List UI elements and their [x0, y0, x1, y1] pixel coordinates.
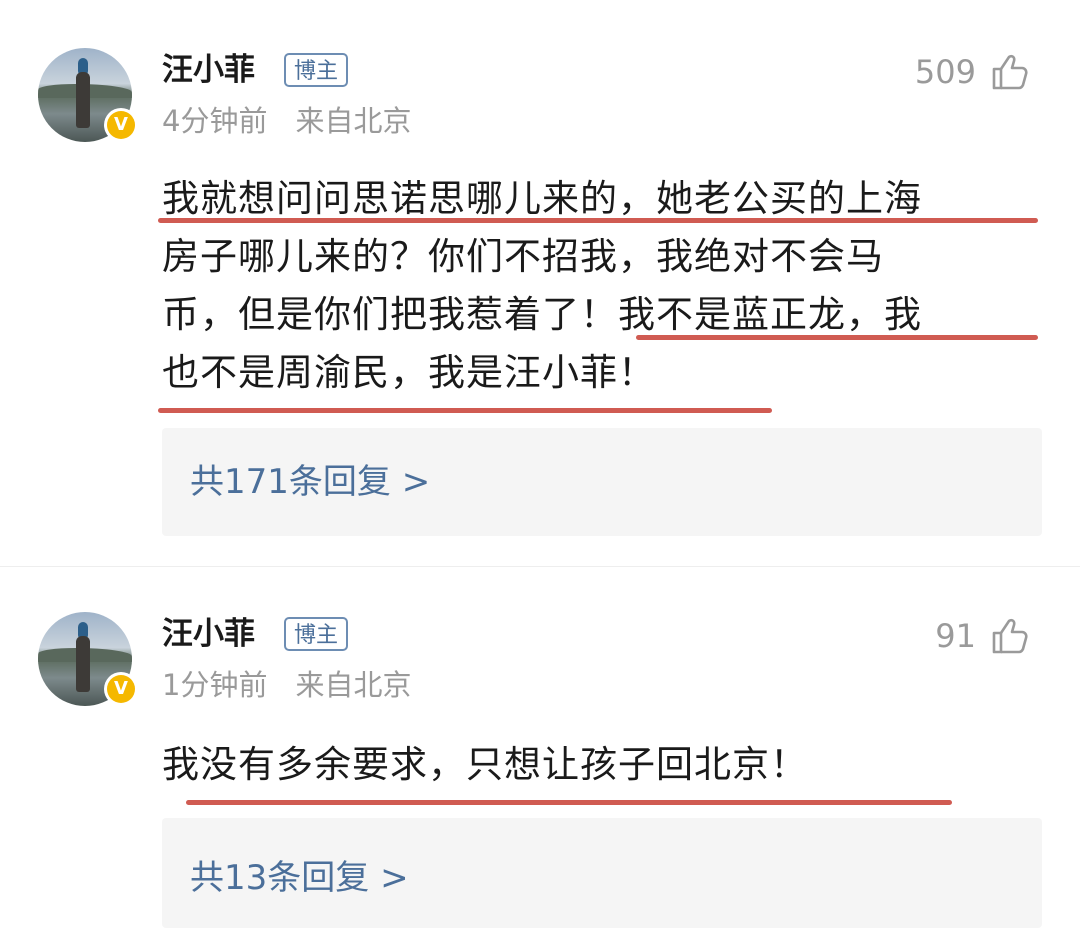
thumbs-up-icon — [992, 618, 1028, 654]
like-button[interactable]: 91 — [935, 614, 1030, 658]
comment-text: 我没有多余要求，只想让孩子回北京！ — [162, 736, 1042, 794]
comment-meta: 1分钟前 来自北京 — [162, 667, 411, 703]
author-badge: 博主 — [284, 617, 349, 651]
comment-line: 我没有多余要求，只想让孩子回北京！ — [162, 743, 808, 786]
comment-time: 1分钟前 — [162, 668, 268, 702]
verified-v-icon: V — [104, 672, 138, 706]
replies-panel[interactable]: 共13条回复 > — [162, 818, 1042, 928]
comment-2: V 汪小菲 博主 1分钟前 来自北京 91 我没有多余要求，只想让孩子回北京！ 共… — [0, 0, 1080, 934]
like-count: 91 — [935, 617, 976, 655]
view-replies-link[interactable]: 共13条回复 > — [190, 856, 409, 900]
comment-location: 来自北京 — [295, 668, 412, 702]
highlight-underline — [186, 800, 952, 805]
username[interactable]: 汪小菲 — [162, 614, 255, 654]
